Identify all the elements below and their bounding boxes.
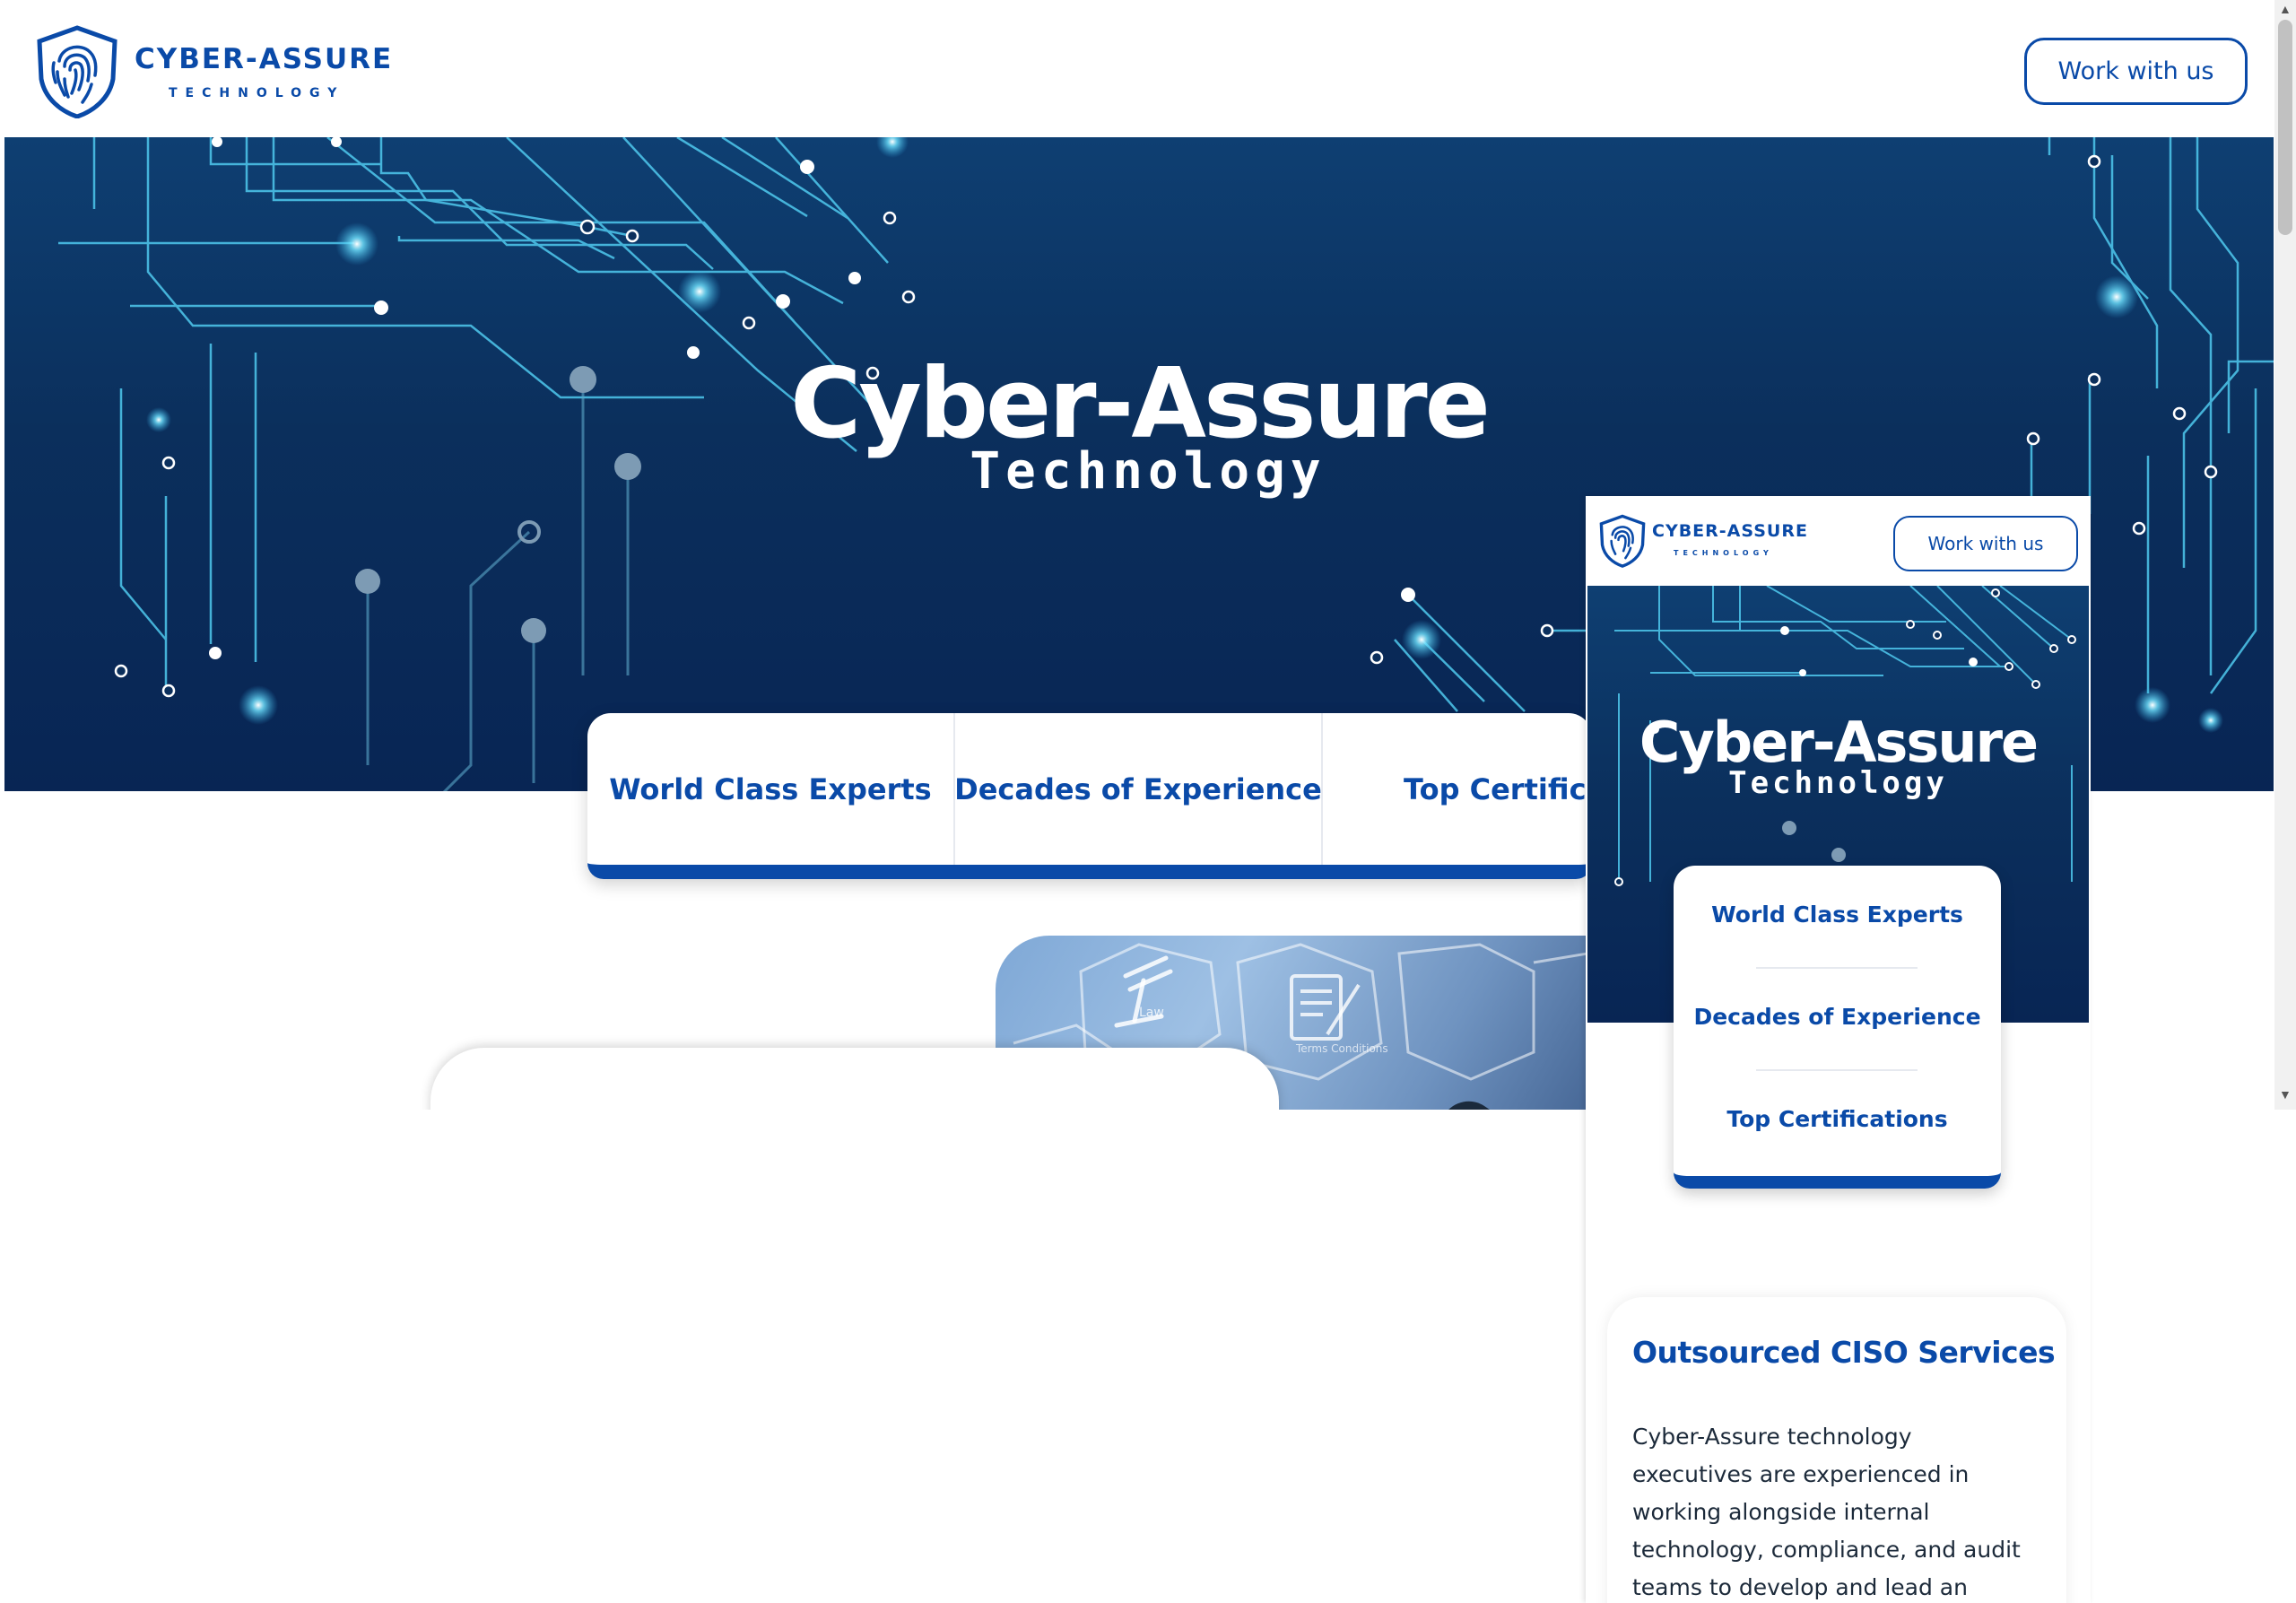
mobile-work-with-us-button[interactable]: Work with us xyxy=(1893,516,2078,571)
law-label: Law xyxy=(1139,1006,1164,1020)
fingerprint-shield-icon xyxy=(1599,514,1646,568)
feature-divider xyxy=(1756,1069,1918,1071)
mobile-hero-subtitle: Technology xyxy=(1728,765,1948,801)
mobile-logo-subtitle: TECHNOLOGY xyxy=(1674,549,1773,557)
hero-subtitle: Technology xyxy=(970,442,1326,501)
logo-subtitle: TECHNOLOGY xyxy=(169,86,345,100)
work-with-us-button[interactable]: Work with us xyxy=(2024,38,2248,105)
feature-world-class-experts: World Class Experts xyxy=(587,713,955,865)
scroll-down-arrow-icon[interactable]: ▼ xyxy=(2279,1087,2292,1102)
scroll-thumb[interactable] xyxy=(2278,20,2292,235)
mobile-preview: CYBER-ASSURE TECHNOLOGY Work with us Cyb… xyxy=(1586,496,2091,1603)
logo-name: CYBER-ASSURE xyxy=(135,43,394,75)
site-header: CYBER-ASSURE TECHNOLOGY Work with us xyxy=(0,0,2274,137)
service-description: Cyber-Assure technology executives are e… xyxy=(1632,1424,2021,1600)
mobile-logo-name: CYBER-ASSURE xyxy=(1652,521,1808,541)
service-title: Outsourced CISO Services xyxy=(1632,1335,2056,1370)
document-icon xyxy=(1290,974,1361,1041)
mobile-brand-logo[interactable]: CYBER-ASSURE TECHNOLOGY xyxy=(1598,514,1831,577)
brand-logo[interactable]: CYBER-ASSURE TECHNOLOGY xyxy=(34,25,393,124)
mobile-header: CYBER-ASSURE TECHNOLOGY Work with us xyxy=(1586,496,2091,586)
ciso-service-card: Outsourced CISO Services Cyber-Assure te… xyxy=(1607,1297,2066,1603)
fingerprint-shield-icon xyxy=(37,25,117,118)
mobile-feature-world-class-experts: World Class Experts xyxy=(1711,902,1963,928)
scrollbar[interactable]: ▲ ▼ xyxy=(2274,0,2296,1110)
terms-label: Terms Conditions xyxy=(1295,1042,1388,1055)
scroll-up-arrow-icon[interactable]: ▲ xyxy=(2279,2,2292,16)
mobile-feature-decades-of-experience: Decades of Experience xyxy=(1693,1004,1981,1030)
mobile-features-card: World Class Experts Decades of Experienc… xyxy=(1674,866,2001,1189)
feature-top-certifications: Top Certifications xyxy=(1404,771,1592,806)
feature-divider xyxy=(1756,967,1918,969)
intro-card xyxy=(430,1048,1279,1110)
features-card: World Class Experts Decades of Experienc… xyxy=(587,713,1592,879)
mobile-feature-top-certifications: Top Certifications xyxy=(1726,1106,1948,1132)
feature-decades-of-experience: Decades of Experience xyxy=(954,713,1323,865)
